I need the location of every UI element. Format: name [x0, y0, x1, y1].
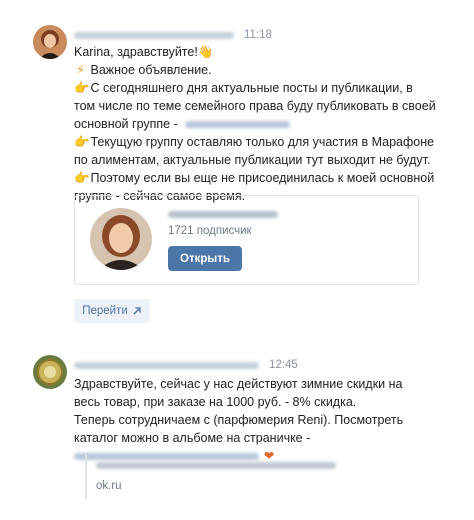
group-photo[interactable]: [90, 208, 152, 270]
external-arrow-icon: [133, 307, 141, 315]
text-line: основной группе -: [74, 115, 436, 133]
pointing-hand-icon: 👉: [74, 171, 90, 185]
sender-name[interactable]: [74, 31, 234, 39]
avatar-photo: [33, 25, 67, 59]
text-line: том числе по теме семейного права буду п…: [74, 99, 436, 113]
message-time: 12:45: [269, 359, 298, 371]
sender-avatar[interactable]: [33, 355, 67, 389]
text-line: весь товар, при заказе на 1000 руб. - 8%…: [74, 395, 357, 409]
message-header: 11:18: [74, 28, 272, 42]
message-time: 11:18: [244, 29, 272, 41]
goto-label: Перейти: [82, 305, 128, 317]
snippet-domain: ok.ru: [96, 480, 122, 492]
snippet-title[interactable]: [96, 462, 336, 469]
text-line: каталог можно в альбоме на страничке -: [74, 431, 311, 445]
greeting-line: Karina, здравствуйте!👋: [74, 43, 436, 61]
group-photo-image: [90, 208, 152, 270]
message-header: 12:45: [74, 358, 298, 372]
lightning-icon: ⚡: [76, 63, 85, 77]
avatar-logo: [33, 355, 67, 389]
message-text: Здравствуйте, сейчас у нас действуют зим…: [74, 375, 403, 465]
open-button[interactable]: Открыть: [168, 246, 242, 271]
subscriber-count: 1721 подписчик: [168, 225, 252, 237]
text-line: 👉 Текущую группу оставляю только для уча…: [74, 133, 436, 151]
message-text: Karina, здравствуйте!👋 ⚡ Важное объявлен…: [74, 43, 436, 205]
pointing-hand-icon: 👉: [74, 81, 90, 95]
text-span: Текущую группу оставляю только для участ…: [90, 135, 435, 149]
sender-avatar[interactable]: [33, 25, 67, 59]
goto-button[interactable]: Перейти: [74, 299, 150, 323]
text-line: 👉 Поэтому если вы еще не присоединилась …: [74, 169, 436, 187]
text-span: Поэтому если вы еще не присоединилась к …: [90, 171, 435, 185]
text-span: С сегодняшнего дня актуальные посты и пу…: [90, 81, 413, 95]
text-line: Здравствуйте, сейчас у нас действуют зим…: [74, 377, 403, 391]
text-span: основной группе -: [74, 117, 178, 131]
sender-name[interactable]: [74, 361, 259, 369]
greeting-text: Karina, здравствуйте!: [74, 45, 198, 59]
text-span: Важное объявление.: [90, 63, 212, 77]
text-line: по алиментам, актуальные публикации тут …: [74, 153, 431, 167]
link-snippet[interactable]: ok.ru: [85, 455, 385, 499]
waving-hand-icon: 👋: [197, 45, 214, 59]
text-line: Теперь сотрудничаем с (парфюмерия Reni).…: [74, 413, 404, 427]
group-link[interactable]: [185, 121, 291, 129]
group-card[interactable]: 1721 подписчик Открыть: [74, 195, 419, 285]
group-name[interactable]: [168, 211, 278, 218]
text-line: ⚡ Важное объявление.: [74, 61, 436, 79]
text-line: 👉 С сегодняшнего дня актуальные посты и …: [74, 79, 436, 97]
pointing-hand-icon: 👉: [74, 135, 90, 149]
